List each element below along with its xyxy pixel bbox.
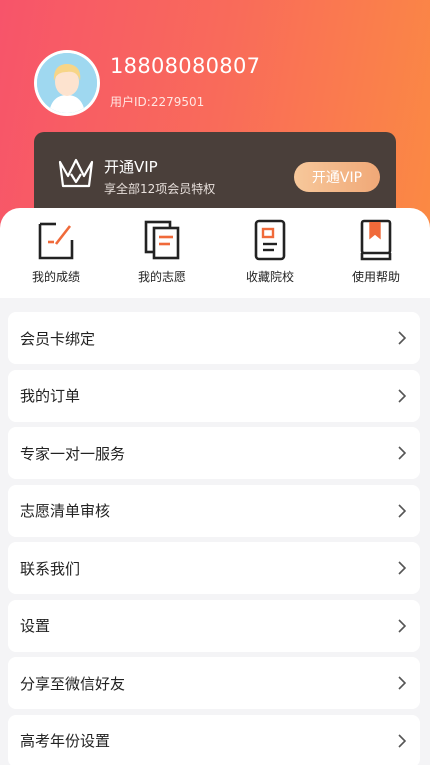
menu-label: 会员卡绑定 bbox=[20, 329, 96, 348]
chevron-right-icon bbox=[398, 388, 406, 403]
vip-subtitle: 享全部12项会员特权 bbox=[104, 182, 216, 196]
menu-item-my-orders[interactable]: 我的订单 bbox=[8, 369, 420, 422]
chevron-right-icon bbox=[398, 733, 406, 748]
menu-item-settings[interactable]: 设置 bbox=[8, 599, 420, 652]
menu-item-share-wechat[interactable]: 分享至微信好友 bbox=[8, 657, 420, 709]
chevron-right-icon bbox=[398, 503, 406, 518]
vip-title: 开通VIP bbox=[104, 158, 158, 176]
user-id: 用户ID:2279501 bbox=[110, 95, 205, 109]
menu-label: 高考年份设置 bbox=[20, 732, 111, 750]
shortcut-my-scores[interactable]: 我的成绩 bbox=[6, 218, 106, 285]
shortcut-my-applications[interactable]: 我的志愿 bbox=[112, 218, 212, 285]
chevron-right-icon bbox=[398, 446, 406, 460]
avatar[interactable] bbox=[34, 50, 100, 116]
chevron-right-icon bbox=[398, 676, 406, 690]
menu-item-contact-us[interactable]: 联系我们 bbox=[8, 542, 420, 594]
open-vip-button[interactable]: 开通VIP bbox=[294, 162, 380, 192]
crown-icon bbox=[58, 158, 94, 188]
menu-label: 联系我们 bbox=[20, 559, 81, 578]
score-edit-icon bbox=[38, 222, 74, 260]
menu-item-membership-card[interactable]: 会员卡绑定 bbox=[8, 312, 420, 364]
shortcut-label: 收藏院校 bbox=[245, 270, 294, 284]
help-book-icon bbox=[360, 219, 392, 261]
menu-label: 分享至微信好友 bbox=[20, 674, 126, 693]
bookmark-card-icon bbox=[254, 219, 286, 261]
menu-label: 专家一对一服务 bbox=[20, 444, 126, 463]
avatar-image bbox=[37, 53, 97, 113]
menu-item-list-review[interactable]: 志愿清单审核 bbox=[8, 484, 420, 537]
shortcut-label: 我的志愿 bbox=[137, 270, 186, 284]
menu-item-expert-service[interactable]: 专家一对一服务 bbox=[8, 427, 420, 479]
menu-label: 我的订单 bbox=[20, 387, 81, 405]
documents-icon bbox=[144, 220, 180, 260]
avatar-icon bbox=[37, 53, 97, 113]
shortcut-saved-colleges[interactable]: 收藏院校 bbox=[220, 218, 320, 285]
shortcut-label: 我的成绩 bbox=[31, 270, 80, 284]
shortcut-panel: 我的成绩 我的志愿 收藏院校 使用帮助 bbox=[0, 208, 430, 298]
menu-label: 设置 bbox=[20, 617, 51, 635]
chevron-right-icon bbox=[398, 618, 406, 633]
menu-item-exam-year[interactable]: 高考年份设置 bbox=[8, 714, 420, 765]
menu-label: 志愿清单审核 bbox=[20, 502, 111, 520]
chevron-right-icon bbox=[398, 331, 406, 345]
chevron-right-icon bbox=[398, 561, 406, 575]
phone-number: 18808080807 bbox=[110, 54, 261, 78]
menu-list: 会员卡绑定 我的订单 专家一对一服务 志愿清单审核 联系我们 设置 分享至微信好… bbox=[8, 312, 420, 765]
shortcut-label: 使用帮助 bbox=[351, 270, 400, 284]
shortcut-help[interactable]: 使用帮助 bbox=[326, 218, 426, 285]
